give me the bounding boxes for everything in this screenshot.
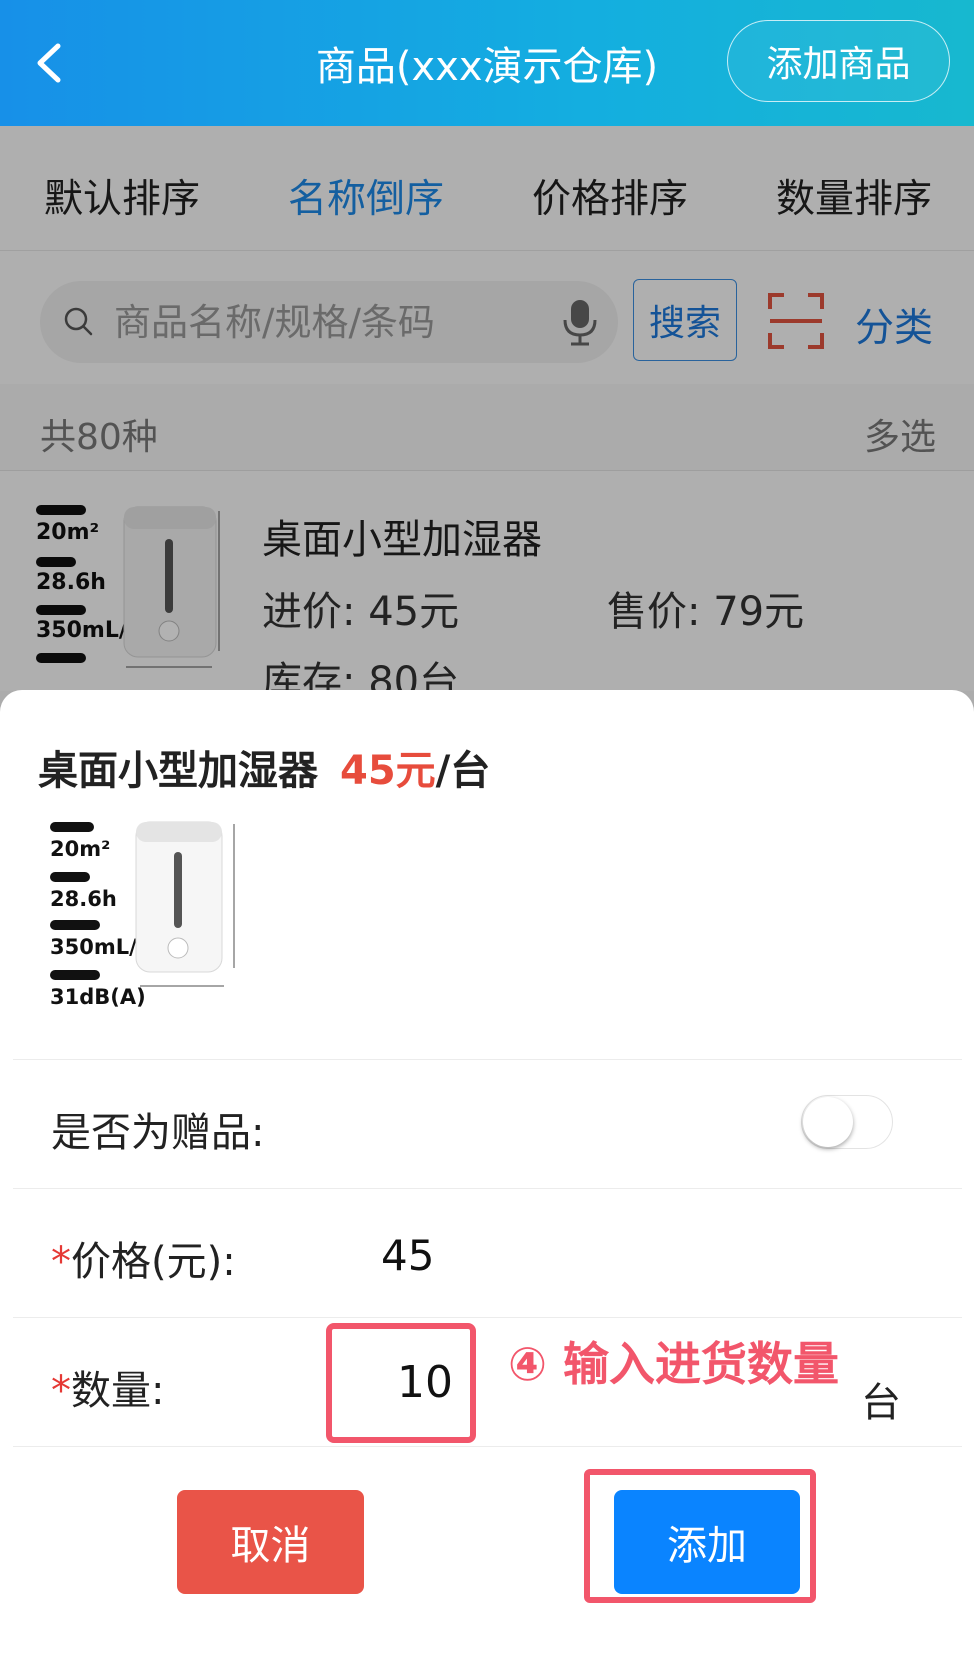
required-mark: *: [51, 1239, 71, 1285]
gift-label: 是否为赠品:: [51, 1110, 265, 1156]
required-mark: *: [51, 1368, 71, 1414]
sheet-product-name: 桌面小型加湿器: [38, 748, 318, 794]
quantity-label: *数量:: [51, 1358, 164, 1416]
sheet-product-image: 20m² 28.6h 350mL/h 31dB(A): [50, 821, 235, 1008]
gift-row: 是否为赠品:: [13, 1060, 962, 1189]
back-icon[interactable]: [30, 38, 70, 88]
app-header: 商品(xxx演示仓库) 添加商品: [0, 0, 974, 126]
quantity-highlight-box: [326, 1323, 476, 1443]
annotation-callout: ④ 输入进货数量: [508, 1337, 839, 1391]
add-button-highlight-box: [584, 1469, 816, 1603]
sheet-title: 桌面小型加湿器 45元/台: [38, 738, 490, 796]
sheet-spec-noise-text: 31dB(A): [50, 985, 146, 1008]
gift-toggle-knob: [803, 1097, 853, 1147]
gift-toggle[interactable]: [801, 1095, 893, 1149]
add-product-button[interactable]: 添加商品: [727, 20, 950, 102]
page-title: 商品(xxx演示仓库): [315, 44, 659, 90]
sheet-product-price: 45元: [340, 748, 436, 794]
sheet-price-unit: /台: [435, 748, 491, 794]
price-label: *价格(元):: [51, 1229, 236, 1287]
price-value[interactable]: 45: [381, 1231, 434, 1280]
price-label-text: 价格(元):: [71, 1239, 236, 1285]
quantity-unit: 台: [861, 1380, 901, 1426]
sheet-spec-area-text: 20m²: [50, 837, 110, 861]
sheet-spec-time-text: 28.6h: [50, 887, 117, 911]
quantity-label-text: 数量:: [71, 1368, 165, 1414]
price-row: *价格(元): 45: [13, 1189, 962, 1318]
cancel-button[interactable]: 取消: [177, 1490, 364, 1594]
add-item-sheet: 桌面小型加湿器 45元/台 20m² 28.6h 350mL/h 31dB(A) …: [0, 690, 974, 1670]
